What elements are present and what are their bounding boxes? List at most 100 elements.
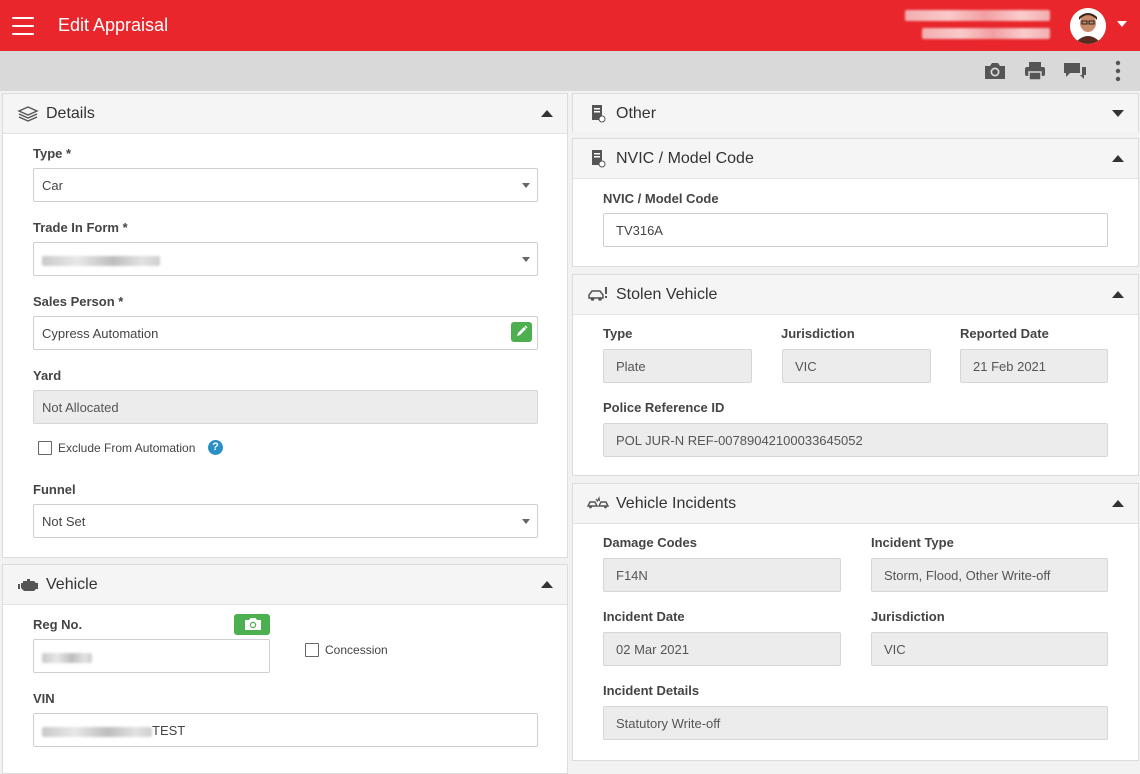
stolen-jurisdiction-field: VIC [782,349,931,383]
printer-icon[interactable] [1022,60,1048,82]
incident-details-field: Statutory Write-off [603,706,1108,740]
more-vertical-icon[interactable] [1108,60,1128,82]
avatar[interactable] [1070,8,1106,44]
vehicle-title: Vehicle [46,576,98,593]
other-title: Other [616,105,657,122]
vehicle-panel: Vehicle Reg No. Concession VIN TEST [2,564,568,774]
yard-field: Not Allocated [33,390,538,424]
type-select[interactable]: Car [33,168,538,202]
details-panel: Details Type * Car Trade In Form * Sales… [2,93,568,558]
collapse-caret-icon[interactable] [1112,155,1124,162]
incident-type-label: Incident Type [871,535,954,550]
sales-person-field[interactable]: Cypress Automation [33,316,538,350]
nvic-value: TV316A [616,223,663,238]
reported-date-label: Reported Date [960,326,1049,341]
details-title: Details [46,105,95,122]
nvic-label: NVIC / Model Code [603,191,719,206]
funnel-label: Funnel [33,482,76,497]
app-header: Edit Appraisal [0,0,1140,51]
document-icon [587,104,609,124]
expand-caret-icon[interactable] [1112,110,1124,117]
damage-codes-label: Damage Codes [603,535,697,550]
collapse-caret-icon[interactable] [541,110,553,117]
chat-icon[interactable] [1062,60,1088,82]
nvic-title: NVIC / Model Code [616,150,754,167]
user-menu-caret-icon[interactable] [1117,21,1127,27]
collapse-caret-icon[interactable] [1112,291,1124,298]
collapse-caret-icon[interactable] [541,581,553,588]
nvic-panel-header[interactable]: NVIC / Model Code [573,139,1138,179]
document-icon [587,149,609,169]
incident-details-value: Statutory Write-off [616,716,721,731]
other-panel: Other [572,93,1139,132]
police-ref-value: POL JUR-N REF-00789042100033645052 [616,433,863,448]
chevron-down-icon [522,183,530,188]
concession-checkbox[interactable] [305,643,319,657]
help-icon[interactable]: ? [208,440,223,455]
nvic-input[interactable]: TV316A [603,213,1108,247]
collapse-caret-icon[interactable] [1112,500,1124,507]
action-toolbar [0,51,1140,91]
incident-type-value: Storm, Flood, Other Write-off [884,568,1051,583]
incident-date-field: 02 Mar 2021 [603,632,841,666]
type-select-value: Car [42,178,63,193]
stolen-type-field: Plate [603,349,752,383]
exclude-from-automation-checkbox[interactable] [38,441,52,455]
police-ref-field: POL JUR-N REF-00789042100033645052 [603,423,1108,457]
stolen-jurisdiction-label: Jurisdiction [781,326,855,341]
chevron-down-icon [522,519,530,524]
redacted-value [42,726,152,737]
reported-date-value: 21 Feb 2021 [973,359,1047,374]
edit-sales-person-button[interactable] [511,322,532,342]
incident-type-field: Storm, Flood, Other Write-off [871,558,1108,592]
stolen-type-label: Type [603,326,633,341]
reg-no-label: Reg No. [33,617,83,632]
car-crash-icon [586,494,610,514]
damage-codes-value: F14N [616,568,648,583]
reg-no-input[interactable] [33,639,270,673]
camera-icon[interactable] [982,60,1008,82]
user-info [905,8,1050,46]
vin-suffix: TEST [152,723,186,738]
type-label: Type * [33,146,72,161]
other-panel-header[interactable]: Other [573,94,1138,132]
vehicle-incidents-panel: Vehicle Incidents Damage Codes F14N Inci… [572,483,1139,761]
hamburger-icon[interactable] [12,17,34,35]
camera-icon [245,618,261,630]
stolen-type-value: Plate [616,359,646,374]
redacted-value [42,652,92,663]
stolen-vehicle-title: Stolen Vehicle [616,286,718,303]
incident-jurisdiction-label: Jurisdiction [871,609,945,624]
vin-label: VIN [33,691,55,706]
incident-date-label: Incident Date [603,609,685,624]
stolen-jurisdiction-value: VIC [795,359,817,374]
police-ref-label: Police Reference ID [603,400,725,415]
funnel-select[interactable]: Not Set [33,504,538,538]
yard-label: Yard [33,368,62,383]
nvic-panel: NVIC / Model Code NVIC / Model Code TV31… [572,138,1139,267]
page-title: Edit Appraisal [58,15,169,35]
scan-reg-camera-button[interactable] [234,614,270,635]
exclude-from-automation-label: Exclude From Automation [58,441,196,455]
incident-jurisdiction-value: VIC [884,642,906,657]
vehicle-panel-header[interactable]: Vehicle [3,565,567,605]
damage-codes-field: F14N [603,558,841,592]
funnel-select-value: Not Set [42,514,86,529]
stolen-vehicle-panel: Stolen Vehicle Type Plate Jurisdiction V… [572,274,1139,476]
engine-icon [17,575,39,595]
incident-date-value: 02 Mar 2021 [616,642,689,657]
sales-person-label: Sales Person * [33,294,124,309]
trade-in-select[interactable] [33,242,538,276]
layers-icon [17,104,39,124]
incident-jurisdiction-field: VIC [871,632,1108,666]
concession-label: Concession [325,643,388,657]
vehicle-incidents-panel-header[interactable]: Vehicle Incidents [573,484,1138,524]
vin-input[interactable]: TEST [33,713,538,747]
pencil-icon [517,325,528,336]
sales-person-value: Cypress Automation [42,326,159,341]
reported-date-field: 21 Feb 2021 [960,349,1108,383]
vehicle-incidents-title: Vehicle Incidents [616,495,737,512]
stolen-car-icon [587,285,609,305]
details-panel-header[interactable]: Details [3,94,567,134]
stolen-vehicle-panel-header[interactable]: Stolen Vehicle [573,275,1138,315]
